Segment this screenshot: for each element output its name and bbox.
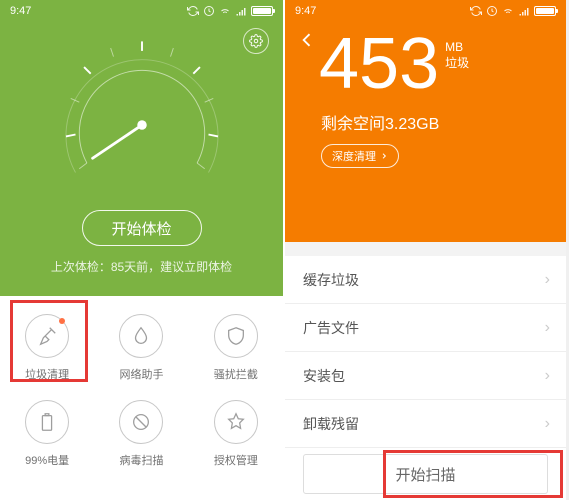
grid-label: 骚扰拦截 <box>214 366 258 382</box>
wifi-icon <box>502 5 514 17</box>
grid-item-block[interactable]: 骚扰拦截 <box>189 306 283 392</box>
junk-size-unit: MB <box>445 40 469 54</box>
deep-clean-button[interactable]: 深度清理 <box>321 144 399 168</box>
status-time: 9:47 <box>295 5 316 17</box>
list-item-residual[interactable]: 卸载残留 › <box>285 400 566 448</box>
list-label: 安装包 <box>303 366 345 386</box>
back-button[interactable] <box>297 30 317 55</box>
grid-item-virus[interactable]: 病毒扫描 <box>94 392 188 478</box>
cleaner-header: 453 MB 垃圾 剩余空间3.23GB 深度清理 <box>285 0 566 242</box>
grid-item-trash-clean[interactable]: 垃圾清理 <box>0 306 94 392</box>
grid-label: 网络助手 <box>119 366 163 382</box>
chevron-right-icon: › <box>545 415 550 433</box>
status-bar: 9:47 <box>285 0 566 22</box>
clock-icon <box>203 5 215 17</box>
grid-item-network[interactable]: 网络助手 <box>94 306 188 392</box>
scan-icon <box>119 400 163 444</box>
gauge-dial-icon <box>47 30 237 220</box>
status-icons <box>187 5 273 17</box>
list-label: 广告文件 <box>303 318 359 338</box>
gear-icon <box>249 34 263 48</box>
battery-icon <box>534 6 556 16</box>
start-check-label: 开始体检 <box>111 218 171 239</box>
battery-tool-icon <box>25 400 69 444</box>
last-check-text: 上次体检：85天前，建议立即体检 <box>0 258 283 275</box>
list-label: 卸载残留 <box>303 414 359 434</box>
drop-icon <box>119 314 163 358</box>
grid-label: 授权管理 <box>214 452 258 468</box>
chevron-right-icon: › <box>545 271 550 289</box>
list-item-ads[interactable]: 广告文件 › <box>285 304 566 352</box>
loop-icon <box>470 5 482 17</box>
list-item-cache[interactable]: 缓存垃圾 › <box>285 256 566 304</box>
grid-label: 垃圾清理 <box>25 366 69 382</box>
signal-icon <box>518 5 530 17</box>
notification-dot <box>59 318 65 324</box>
deep-clean-label: 深度清理 <box>332 148 376 164</box>
scan-button-label: 开始扫描 <box>395 464 455 485</box>
grid-item-battery[interactable]: 99%电量 <box>0 392 94 478</box>
junk-size-caption: 垃圾 <box>445 54 469 71</box>
battery-icon <box>251 6 273 16</box>
broom-icon <box>25 314 69 358</box>
grid-item-permissions[interactable]: 授权管理 <box>189 392 283 478</box>
grid-label: 病毒扫描 <box>119 452 163 468</box>
signal-icon <box>235 5 247 17</box>
wifi-icon <box>219 5 231 17</box>
security-app-screen: 9:47 <box>0 0 283 500</box>
list-item-apk[interactable]: 安装包 › <box>285 352 566 400</box>
cleanup-list: 缓存垃圾 › 广告文件 › 安装包 › 卸载残留 › <box>285 256 566 448</box>
settings-button[interactable] <box>243 28 269 54</box>
junk-size-value: 453 <box>319 28 439 100</box>
list-label: 缓存垃圾 <box>303 270 359 290</box>
chevron-right-icon: › <box>545 319 550 337</box>
cleaner-app-screen: 9:47 453 MB 垃圾 剩余空间3.23GB 深度清理 <box>283 0 566 500</box>
clock-icon <box>486 5 498 17</box>
chevron-right-icon: › <box>545 367 550 385</box>
space-remaining: 剩余空间3.23GB <box>285 110 566 134</box>
status-time: 9:47 <box>10 5 31 17</box>
health-check-panel: 开始体检 上次体检：85天前，建议立即体检 <box>0 0 283 296</box>
shield-icon <box>214 314 258 358</box>
star-icon <box>214 400 258 444</box>
status-bar: 9:47 <box>0 0 283 22</box>
chevron-right-icon <box>380 152 388 160</box>
junk-size: 453 MB 垃圾 <box>285 28 566 100</box>
chevron-left-icon <box>297 30 317 50</box>
tools-grid: 垃圾清理 网络助手 骚扰拦截 99%电量 病毒扫描 <box>0 296 283 484</box>
start-scan-button[interactable]: 开始扫描 <box>303 454 548 494</box>
gauge <box>47 30 237 220</box>
grid-label: 99%电量 <box>25 452 69 468</box>
loop-icon <box>187 5 199 17</box>
status-icons <box>470 5 556 17</box>
scan-button-container: 开始扫描 <box>285 454 566 494</box>
section-divider <box>285 242 566 256</box>
